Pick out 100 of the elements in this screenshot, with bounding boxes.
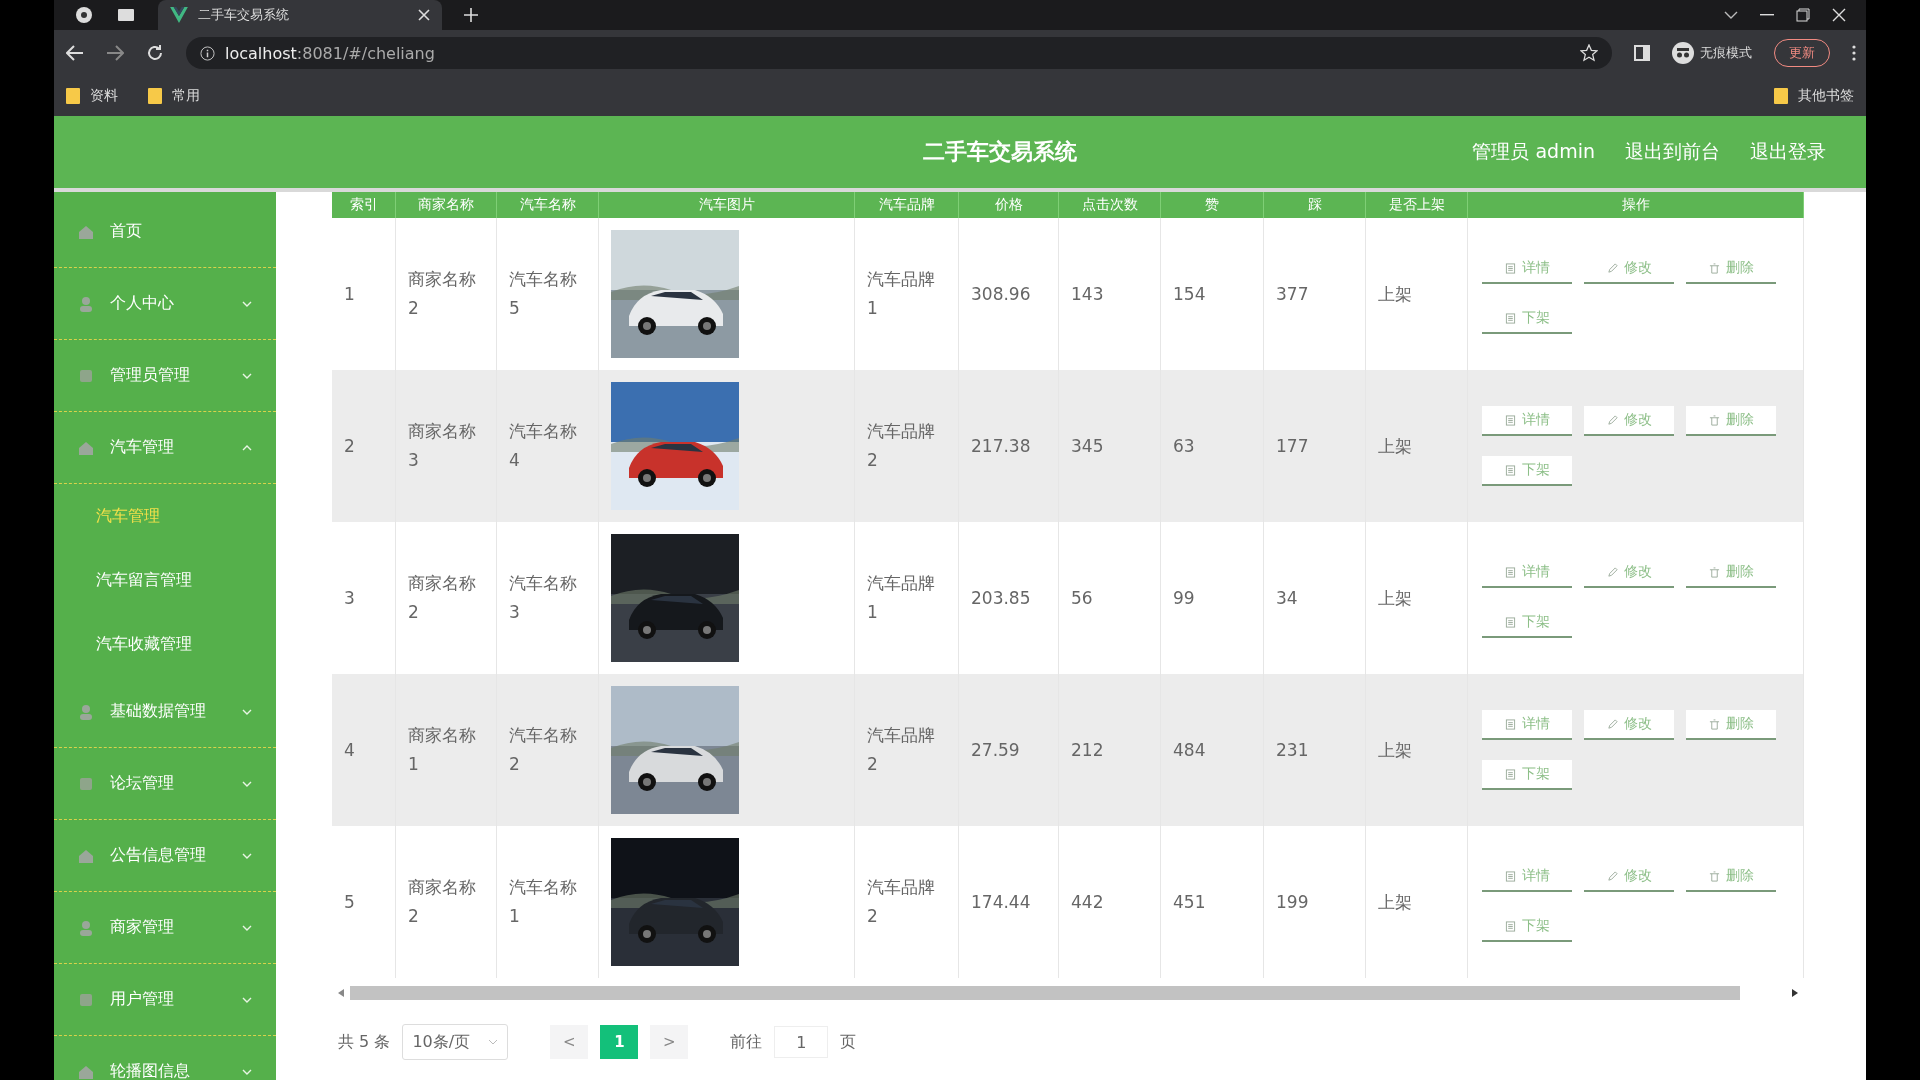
page-input[interactable]: 1 — [774, 1026, 829, 1058]
menu-icon — [78, 1063, 94, 1080]
menu-item[interactable]: 公告信息管理 — [54, 820, 276, 892]
table-cell-text: 商家名称1 — [408, 724, 477, 776]
document-icon — [1504, 414, 1516, 426]
table-cell-text: 451 — [1173, 890, 1206, 914]
info-icon — [200, 45, 215, 61]
incognito-button[interactable]: 无痕模式 — [1672, 42, 1752, 64]
table-cell-text: 154 — [1173, 282, 1206, 306]
table-cell-text: 上架 — [1378, 282, 1412, 306]
chevron-down-icon[interactable] — [1724, 11, 1738, 19]
browser-logo-icon[interactable] — [74, 5, 94, 25]
table-cell-text: 377 — [1276, 282, 1309, 306]
menu-icon — [78, 295, 94, 312]
close-icon[interactable] — [1832, 8, 1846, 22]
action-button[interactable]: 详情 — [1482, 406, 1572, 436]
menu-icon — [78, 439, 94, 456]
new-tab-icon[interactable] — [464, 8, 478, 22]
menu-icon — [78, 919, 94, 936]
forward-icon[interactable] — [106, 45, 124, 61]
action-button[interactable]: 删除 — [1686, 710, 1776, 740]
address-field[interactable]: localhost:8081/#/cheliang — [186, 37, 1612, 69]
menu-item[interactable]: 用户管理 — [54, 964, 276, 1036]
bookmark[interactable]: 资料 — [66, 87, 118, 105]
document-icon — [1504, 718, 1516, 730]
total-count: 共 5 条 — [338, 1031, 391, 1053]
table-cell-text: 217.38 — [971, 434, 1031, 458]
menu-item[interactable]: 汽车管理 — [54, 412, 276, 484]
folder-icon — [1774, 88, 1788, 104]
table-cell-text: 99 — [1173, 586, 1195, 610]
document-icon — [1504, 870, 1516, 882]
table-cell-text: 345 — [1071, 434, 1104, 458]
reload-icon[interactable] — [146, 44, 164, 62]
table-cell-text: 汽车品牌2 — [867, 724, 936, 776]
more-icon[interactable] — [1852, 45, 1856, 61]
folder-icon — [66, 88, 80, 104]
goto-label: 前往 — [730, 1031, 763, 1053]
submenu-item[interactable]: 汽车收藏管理 — [54, 612, 276, 676]
table-cell-text: 199 — [1276, 890, 1309, 914]
menu-item[interactable]: 首页 — [54, 196, 276, 268]
table-cell-text: 汽车品牌2 — [867, 876, 936, 928]
table-cell-text: 汽车品牌1 — [867, 268, 936, 320]
user-label: 管理员 admin — [1472, 139, 1595, 164]
menu-icon — [78, 991, 94, 1008]
page-size-select[interactable]: 10条/页 — [402, 1024, 509, 1060]
table-cell-text: 商家名称3 — [408, 420, 477, 472]
bookmark[interactable]: 常用 — [148, 87, 200, 105]
table-cell-text: 3 — [344, 586, 355, 610]
menu-icon — [78, 703, 94, 720]
browser-tab[interactable]: 二手车交易系统 — [158, 0, 442, 30]
table-cell-text: 汽车品牌2 — [867, 420, 936, 472]
table-cell-text: 上架 — [1378, 738, 1412, 762]
prev-page-button[interactable]: < — [550, 1025, 589, 1059]
menu-item[interactable]: 管理员管理 — [54, 340, 276, 412]
action-button[interactable]: 下架 — [1482, 456, 1572, 486]
header-link[interactable]: 退出登录 — [1750, 139, 1826, 165]
scroll-right-icon[interactable] — [1792, 989, 1798, 997]
menu-item[interactable]: 轮播图信息 — [54, 1036, 276, 1080]
menu-item[interactable]: 商家管理 — [54, 892, 276, 964]
page-button[interactable]: 1 — [600, 1025, 639, 1059]
table-cell-text: 484 — [1173, 738, 1206, 762]
header-link[interactable]: 退出到前台 — [1625, 139, 1720, 165]
action-button[interactable]: 修改 — [1584, 406, 1674, 436]
trash-icon — [1708, 870, 1720, 882]
trash-icon — [1708, 566, 1720, 578]
app-title: 二手车交易系统 — [923, 138, 1077, 166]
bookmark[interactable]: 其他书签 — [1774, 87, 1854, 105]
scroll-left-icon[interactable] — [338, 989, 344, 997]
submenu-item[interactable]: 汽车管理 — [54, 484, 276, 548]
close-icon[interactable] — [418, 9, 430, 21]
pencil-icon — [1606, 414, 1618, 426]
restore-icon[interactable] — [1796, 8, 1810, 22]
star-icon[interactable] — [1580, 44, 1598, 62]
table-cell-text: 1 — [344, 282, 355, 306]
submenu-item[interactable]: 汽车留言管理 — [54, 548, 276, 612]
pencil-icon — [1606, 566, 1618, 578]
menu-item[interactable]: 个人中心 — [54, 268, 276, 340]
sidebar-toggle-icon[interactable] — [1634, 45, 1650, 61]
menu-item[interactable]: 论坛管理 — [54, 748, 276, 820]
pencil-icon — [1606, 262, 1618, 274]
table-cell-text: 203.85 — [971, 586, 1031, 610]
action-button[interactable]: 删除 — [1686, 406, 1776, 436]
table-cell-text: 商家名称2 — [408, 572, 477, 624]
table-cell-text: 442 — [1071, 890, 1104, 914]
minimize-icon[interactable] — [1760, 14, 1774, 16]
next-page-button[interactable]: > — [650, 1025, 689, 1059]
action-button[interactable]: 修改 — [1584, 710, 1674, 740]
document-icon — [1504, 312, 1516, 324]
back-icon[interactable] — [66, 45, 84, 61]
table-cell-text: 汽车名称4 — [509, 420, 578, 472]
document-icon — [1504, 464, 1516, 476]
table-cell-text: 商家名称2 — [408, 876, 477, 928]
table-cell-text: 56 — [1071, 586, 1093, 610]
table-cell-text: 177 — [1276, 434, 1309, 458]
vue-logo-icon — [170, 7, 188, 23]
menu-item[interactable]: 基础数据管理 — [54, 676, 276, 748]
folder-icon — [148, 88, 162, 104]
menu-icon — [78, 223, 94, 240]
action-button[interactable]: 详情 — [1482, 710, 1572, 740]
action-button[interactable]: 下架 — [1482, 760, 1572, 790]
